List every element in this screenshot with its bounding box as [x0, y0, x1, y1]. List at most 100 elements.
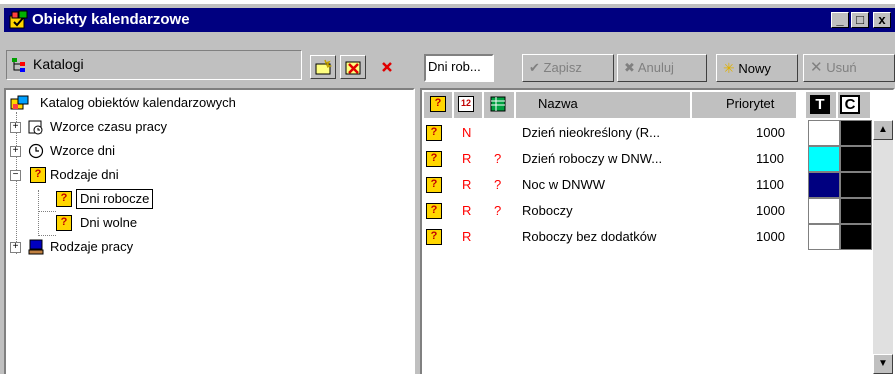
row-flag: ? [494, 203, 502, 218]
row-type: N [462, 125, 472, 140]
calendar-day-icon: ? [430, 96, 446, 112]
row-priority: 1100 [756, 151, 784, 166]
tree-item-label-selected: Dni robocze [76, 189, 154, 209]
list-row[interactable]: ? R Roboczy bez dodatków 1000 [424, 224, 879, 250]
scroll-up-button[interactable]: ▲ [873, 120, 893, 140]
calendar-day-icon: ? [426, 125, 442, 141]
name-field[interactable]: Dni rob... [424, 54, 494, 82]
row-bg-color-swatch [840, 224, 872, 250]
catalog-tree[interactable]: Katalog obiektów kalendarzowych + Wzorce… [4, 88, 415, 374]
cancel-label: Anuluj [637, 60, 674, 75]
row-name: Roboczy bez dodatków [522, 229, 657, 244]
remove-button[interactable] [374, 55, 400, 79]
column-header-name[interactable]: Nazwa [516, 92, 690, 118]
tree-root-label: Katalog obiektów kalendarzowych [40, 95, 236, 110]
list-row[interactable]: ? R ? Dzień roboczy w DNW... 1100 [424, 146, 879, 172]
new-label: Nowy [738, 61, 771, 76]
sparkle-icon: ✳ [723, 60, 735, 76]
calendar-day-icon: ? [30, 167, 46, 183]
new-folder-icon [315, 59, 332, 75]
row-bg-color-swatch [840, 146, 872, 172]
calendar-objects-app-icon [9, 10, 28, 29]
delete-folder-icon [345, 61, 361, 75]
cancel-button[interactable]: ✖ Anuluj [617, 54, 707, 82]
tree-item-day-types[interactable]: − ? Rodzaje dni [10, 164, 260, 186]
delete-catalog-button[interactable] [340, 55, 366, 79]
list-row[interactable]: ? R ? Roboczy 1000 [424, 198, 879, 224]
row-priority: 1000 [756, 125, 785, 140]
tree-item-label: Rodzaje pracy [50, 239, 134, 254]
work-time-pattern-icon [28, 120, 43, 135]
column-header-sheet-icon[interactable] [484, 92, 514, 118]
column-header-t[interactable]: T [806, 92, 836, 118]
column-header-date-icon[interactable]: 12 [454, 92, 482, 118]
row-bg-color-swatch [840, 198, 872, 224]
expand-button[interactable]: + [10, 146, 21, 157]
computer-icon [28, 239, 44, 255]
row-priority: 1000 [756, 203, 785, 218]
list-rows: ? N Dzień nieokreślony (R... 1000 ? R ? … [424, 120, 872, 374]
catalog-root-icon [10, 95, 29, 110]
delete-label: Usuń [826, 60, 857, 75]
text-color-t-label: T [810, 95, 830, 114]
tree-item-day-patterns[interactable]: + Wzorce dni [10, 140, 260, 162]
row-text-color-swatch [808, 224, 840, 250]
tree-item-work-types[interactable]: + Rodzaje pracy [10, 236, 260, 258]
row-flag: ? [494, 177, 502, 192]
row-bg-color-swatch [840, 120, 872, 146]
new-button[interactable]: ✳ Nowy [716, 54, 798, 82]
row-text-color-swatch [808, 198, 840, 224]
tree-item-days-off[interactable]: ? Dni wolne [54, 212, 254, 234]
row-text-color-swatch [808, 120, 840, 146]
calendar-day-icon: ? [426, 229, 442, 245]
row-bg-color-swatch [840, 172, 872, 198]
tree-line [38, 190, 39, 236]
row-text-color-swatch [808, 146, 840, 172]
scroll-down-button[interactable]: ▼ [873, 354, 893, 374]
calendar-day-icon: ? [426, 151, 442, 167]
close-window-button[interactable]: x [873, 12, 891, 28]
calendar-day-icon: ? [56, 215, 72, 231]
column-header-priority[interactable]: Priorytet [692, 92, 796, 118]
tree-item-label: Rodzaje dni [50, 167, 119, 182]
row-priority: 1100 [756, 177, 784, 192]
title-bar[interactable]: Obiekty kalendarzowe _ □ x [4, 8, 895, 32]
row-type: R [462, 177, 472, 192]
row-name: Dzień roboczy w DNW... [522, 151, 663, 166]
main-window: Obiekty kalendarzowe _ □ x Katalogi Dni [0, 4, 895, 374]
column-header-c[interactable]: C [838, 92, 870, 118]
tree-item-label: Wzorce czasu pracy [50, 119, 168, 134]
row-name: Roboczy [522, 203, 573, 218]
tree-item-work-time-patterns[interactable]: + Wzorce czasu pracy [10, 116, 260, 138]
expand-button[interactable]: + [10, 242, 21, 253]
tree-item-label: Dni wolne [80, 215, 138, 230]
catalog-tree-icon [12, 58, 25, 72]
collapse-button[interactable]: − [10, 170, 21, 181]
tree-item-working-days[interactable]: ? Dni robocze [54, 188, 254, 210]
expand-button[interactable]: + [10, 122, 21, 133]
cancel-x-icon: ✖ [624, 60, 635, 75]
vertical-scrollbar[interactable]: ▲ ▼ [873, 120, 893, 374]
red-x-icon [382, 62, 392, 72]
save-button[interactable]: ✔ Zapisz [522, 54, 614, 82]
window-title: Obiekty kalendarzowe [32, 11, 190, 28]
calendar-12-icon: 12 [458, 96, 474, 112]
row-name: Dzień nieokreślony (R... [522, 125, 660, 140]
catalogs-header: Katalogi [6, 50, 302, 80]
row-name: Noc w DNWW [522, 177, 606, 192]
save-label: Zapisz [543, 60, 582, 75]
list-row[interactable]: ? R ? Noc w DNWW 1100 [424, 172, 879, 198]
column-header-type-icon[interactable]: ? [424, 92, 452, 118]
new-catalog-button[interactable] [310, 55, 336, 79]
list-row[interactable]: ? N Dzień nieokreślony (R... 1000 [424, 120, 879, 146]
row-flag: ? [494, 151, 502, 166]
checkmark-icon: ✔ [529, 60, 540, 75]
color-c-label: C [840, 95, 860, 114]
row-text-color-swatch [808, 172, 840, 198]
delete-button[interactable]: ✕ Usuń [803, 54, 895, 82]
minimize-button[interactable]: _ [831, 12, 849, 28]
spreadsheet-icon [490, 96, 506, 112]
row-priority: 1000 [756, 229, 785, 244]
calendar-day-icon: ? [426, 177, 442, 193]
maximize-button[interactable]: □ [851, 12, 869, 28]
